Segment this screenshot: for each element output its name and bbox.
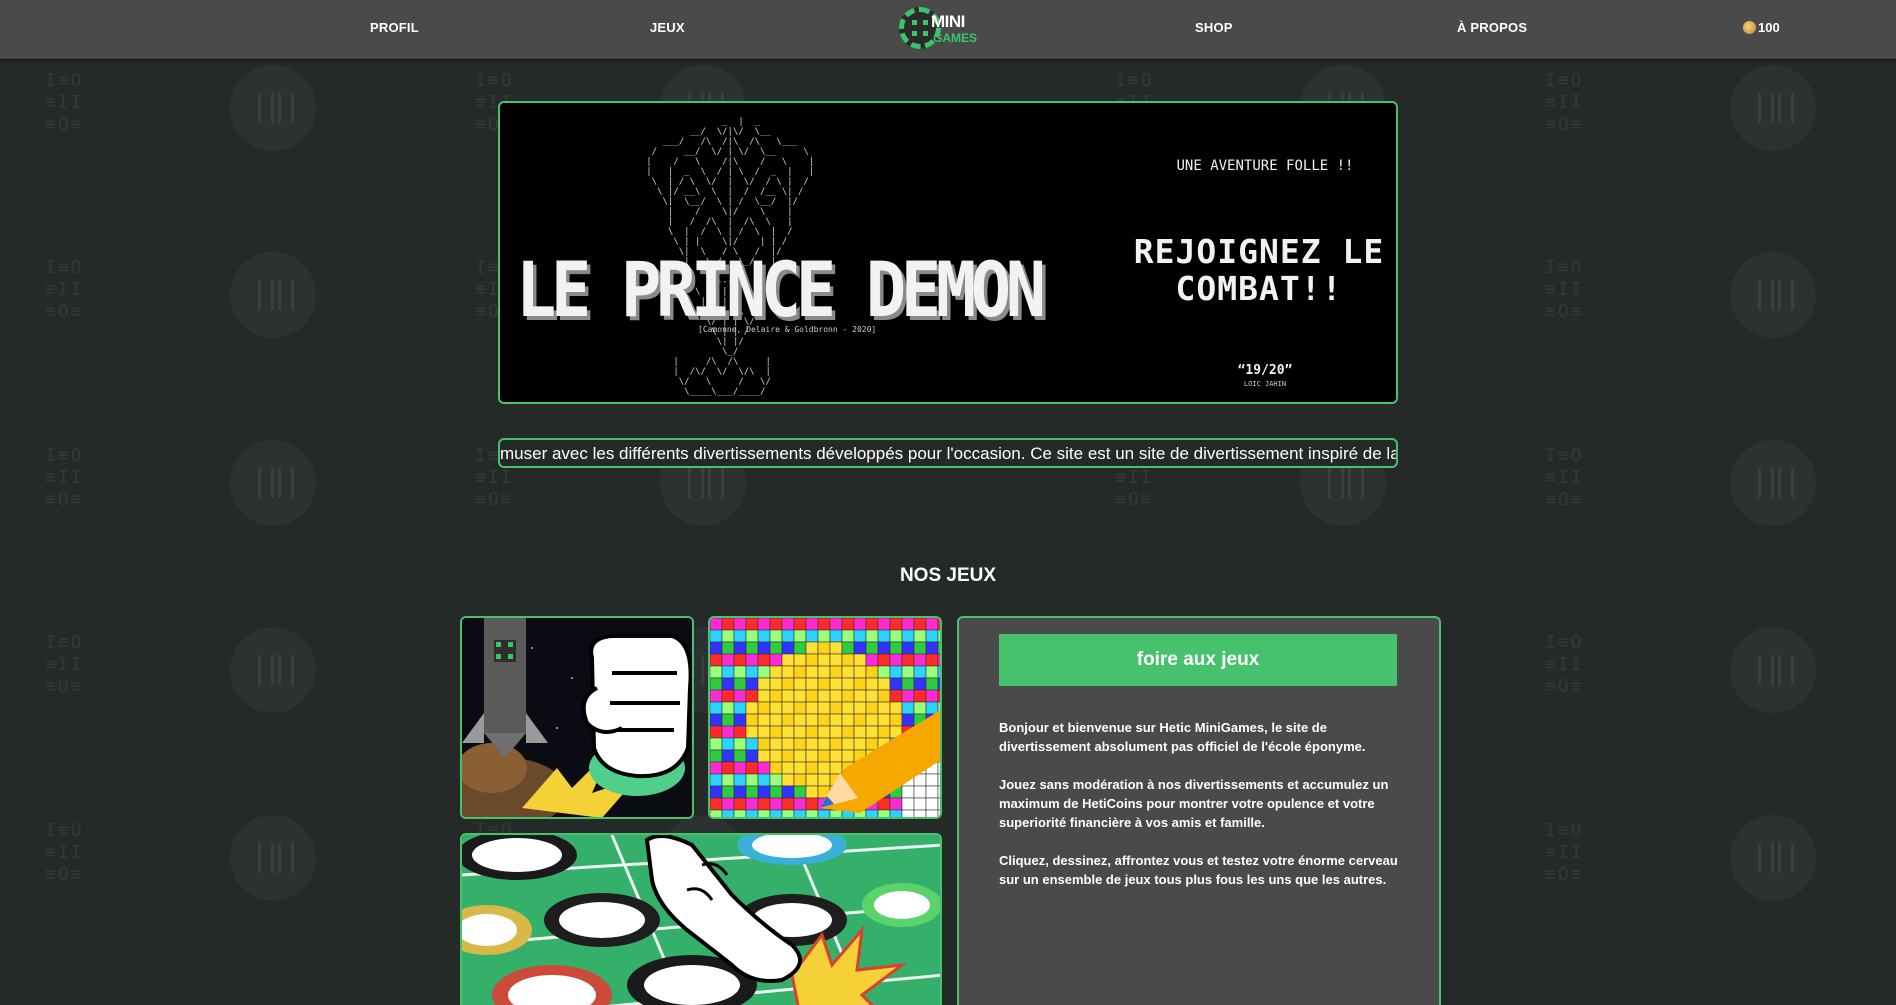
background-logo-icon xyxy=(1730,440,1816,526)
marquee-text: muser avec les différents divertissement… xyxy=(500,444,1398,463)
description-paragraph: Cliquez, dessinez, affrontez vous et tes… xyxy=(999,853,1398,887)
background-logo-icon xyxy=(230,252,316,338)
foire-aux-jeux-button[interactable]: foire aux jeux xyxy=(999,634,1397,686)
background-logo-icon: I≡O ≡II ≡O≡ xyxy=(1545,445,1584,510)
fist-rocket-image xyxy=(462,618,692,817)
background-logo-icon: I≡O ≡II ≡O≡ xyxy=(45,632,84,697)
background-logo-icon xyxy=(1730,65,1816,151)
nav-link-a-propos[interactable]: À PROPOS xyxy=(1457,20,1527,35)
nav-link-profil[interactable]: PROFIL xyxy=(370,20,419,35)
background-logo-icon xyxy=(1730,627,1816,713)
banner-credit: [Camonne, Delaire & Goldbronn - 2020] xyxy=(698,325,877,334)
info-marquee: muser avec les différents divertissement… xyxy=(498,438,1398,468)
section-title-nos-jeux: NOS JEUX xyxy=(899,565,997,586)
banner-title: LE PRINCE DEMON xyxy=(516,245,1046,334)
background-logo-icon xyxy=(230,65,316,151)
background-logo-icon: I≡O ≡II ≡O≡ xyxy=(1545,820,1584,885)
nav-link-jeux[interactable]: JEUX xyxy=(650,20,685,35)
banner-critic: LOIC JAHIN xyxy=(1243,380,1287,388)
pixel-art-image xyxy=(710,618,940,817)
banner-score: “19/20” xyxy=(1237,363,1293,378)
description-paragraph: Jouez sans modération à nos divertisseme… xyxy=(999,777,1389,830)
hero-banner[interactable]: _ | _ __/ \/|\/ \__ ___/ /\ /|\ /\ \___ … xyxy=(498,101,1398,404)
background-logo-icon xyxy=(230,815,316,901)
background-logo-icon xyxy=(230,627,316,713)
background-logo-icon: I≡O ≡II ≡O≡ xyxy=(45,70,84,135)
game-tile-roulette[interactable] xyxy=(460,833,942,1005)
games-info-panel: foire aux jeux Bonjour et bienvenue sur … xyxy=(957,616,1441,1005)
coin-balance[interactable]: 100 xyxy=(1743,20,1780,35)
background-logo-icon xyxy=(1730,815,1816,901)
brand-text-mini: MINI xyxy=(931,12,965,31)
background-logo-icon xyxy=(230,440,316,526)
banner-tagline: UNE AVENTURE FOLLE !! xyxy=(1176,158,1354,174)
brand-logo[interactable]: MINI GAMES xyxy=(899,7,981,51)
background-logo-icon: I≡O ≡II ≡O≡ xyxy=(1545,70,1584,135)
game-tile-clicker[interactable] xyxy=(460,616,694,819)
roulette-image xyxy=(462,835,940,1005)
banner-cta: REJOIGNEZ LE COMBAT!! xyxy=(1133,232,1385,308)
nav-link-shop[interactable]: SHOP xyxy=(1195,20,1233,35)
games-description: Bonjour et bienvenue sur Hetic MiniGames… xyxy=(999,718,1399,908)
game-tile-pixel-art[interactable] xyxy=(708,616,942,819)
navbar: PROFIL JEUX MINI GAMES SHOP À PROPOS 100 xyxy=(0,0,1896,59)
background-logo-icon: I≡O ≡II ≡O≡ xyxy=(1545,632,1584,697)
description-paragraph: Bonjour et bienvenue sur Hetic MiniGames… xyxy=(999,720,1366,754)
coin-count: 100 xyxy=(1758,20,1780,35)
background-logo-icon: I≡O ≡II ≡O≡ xyxy=(45,445,84,510)
background-logo-icon: I≡O ≡II ≡O≡ xyxy=(45,257,84,322)
brand-text-games: GAMES xyxy=(933,31,978,45)
background-logo-icon: I≡O ≡II ≡O≡ xyxy=(1545,257,1584,322)
background-logo-icon xyxy=(1730,252,1816,338)
background-logo-icon: I≡O ≡II ≡O≡ xyxy=(45,820,84,885)
coin-icon xyxy=(1743,21,1756,34)
